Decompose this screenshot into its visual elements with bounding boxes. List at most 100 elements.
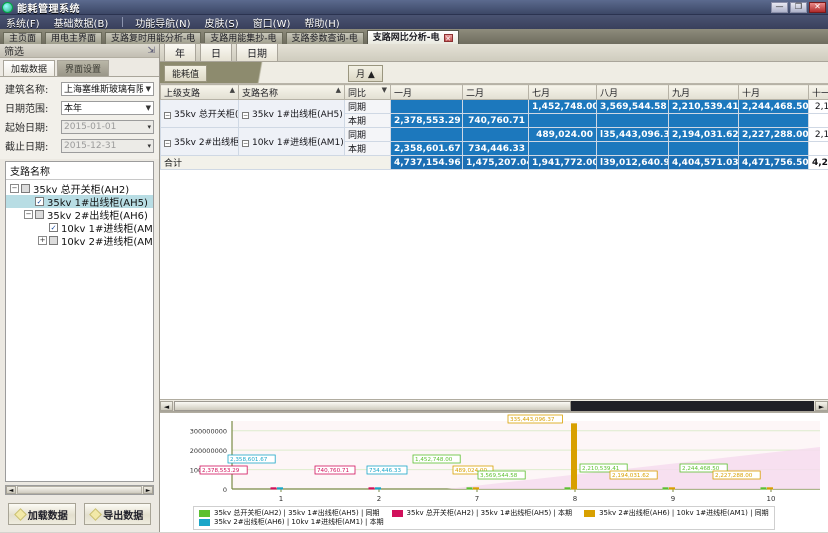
- col-month-9[interactable]: 九月: [669, 85, 739, 100]
- chart-bar[interactable]: [663, 488, 668, 489]
- col-month-11[interactable]: 十一月: [809, 85, 828, 100]
- legend-swatch-s1: [392, 510, 403, 517]
- start-date-input[interactable]: 2015-01-01 ▾: [61, 120, 154, 134]
- scroll-track[interactable]: [174, 401, 814, 411]
- building-combo[interactable]: 上海塞维斯玻璃有限: ▼: [61, 82, 154, 96]
- export-data-button[interactable]: 导出数据: [84, 503, 152, 525]
- chart-bar[interactable]: [467, 488, 472, 489]
- cell-parent-branch[interactable]: −35kv 2#出线柜…: [161, 128, 239, 156]
- close-button[interactable]: ✕: [809, 2, 826, 13]
- x-axis-tick-label: 7: [475, 495, 479, 503]
- chart-bar[interactable]: [565, 488, 570, 489]
- col-month-8[interactable]: 八月: [597, 85, 669, 100]
- sort-desc-icon[interactable]: ▼: [382, 86, 387, 94]
- cell-branch-name[interactable]: −10kv 1#进线柜(AM1): [239, 128, 345, 156]
- expander-icon[interactable]: +: [38, 236, 47, 245]
- period-toolbar: 年 日 日期: [160, 44, 828, 62]
- pivot-value-area[interactable]: 能耗值: [160, 62, 340, 83]
- load-icon: [14, 508, 27, 521]
- load-data-button[interactable]: 加载数据: [8, 503, 76, 525]
- menu-item-skin[interactable]: 皮肤(S): [205, 15, 239, 30]
- scroll-left-icon[interactable]: ◄: [160, 401, 173, 411]
- scroll-thumb[interactable]: [17, 486, 142, 494]
- scroll-right-icon[interactable]: ►: [815, 401, 828, 411]
- restore-button[interactable]: ❐: [790, 2, 807, 13]
- chart-bar[interactable]: [271, 488, 276, 489]
- menu-item-system[interactable]: 系统(F): [6, 15, 40, 30]
- field-end-date-label: 截止日期:: [5, 138, 61, 153]
- close-icon[interactable]: ✕: [444, 34, 453, 42]
- menu-item-window[interactable]: 窗口(W): [253, 15, 291, 30]
- pivot-value-chip[interactable]: 能耗值: [164, 65, 207, 82]
- collapse-icon[interactable]: −: [164, 140, 171, 147]
- period-day-button[interactable]: 日: [200, 43, 232, 62]
- minimize-button[interactable]: —: [771, 2, 788, 13]
- svg-text:2,378,553.29: 2,378,553.29: [202, 468, 240, 474]
- total-value: 4,404,571.03: [669, 156, 739, 170]
- chart-bar[interactable]: [474, 488, 479, 489]
- checkbox-icon[interactable]: [35, 210, 44, 219]
- col-yoy[interactable]: 同比 ▼: [345, 85, 391, 100]
- checkbox-icon[interactable]: [49, 236, 58, 245]
- period-date-button[interactable]: 日期: [236, 43, 278, 62]
- col-month-7[interactable]: 七月: [529, 85, 597, 100]
- tab-branch-params[interactable]: 支路参数查询-电: [286, 32, 364, 44]
- menu-item-navigation[interactable]: 功能导航(N): [135, 15, 190, 30]
- chart-bar[interactable]: [670, 488, 675, 489]
- cell-branch-name[interactable]: −35kv 1#出线柜(AH5): [239, 100, 345, 128]
- collapse-icon[interactable]: −: [242, 112, 249, 119]
- expander-icon[interactable]: −: [24, 210, 33, 219]
- y-axis-tick-label: 200000000: [190, 447, 227, 455]
- scroll-right-icon[interactable]: ►: [143, 486, 153, 494]
- cell-parent-branch[interactable]: −35kv 总开关柜(…: [161, 100, 239, 128]
- tree-node-label: 10kv 2#进线柜(AM8): [61, 233, 153, 248]
- collapse-icon[interactable]: −: [242, 140, 249, 147]
- col-month-1[interactable]: 一月: [391, 85, 463, 100]
- checkbox-icon[interactable]: ✓: [35, 197, 44, 206]
- tab-branch-yoy[interactable]: 支路网比分析-电 ✕: [367, 30, 459, 44]
- sort-asc-icon[interactable]: ▲: [230, 86, 235, 94]
- col-month-10[interactable]: 十月: [739, 85, 809, 100]
- legend-swatch-s0: [199, 510, 210, 517]
- checkbox-icon[interactable]: ✓: [49, 223, 58, 232]
- chart-bar[interactable]: [278, 488, 283, 489]
- chart-bar[interactable]: [369, 488, 374, 489]
- pivot-column-chip[interactable]: 月 ▲: [348, 65, 383, 82]
- app-logo-icon: [2, 2, 13, 13]
- checkbox-icon[interactable]: [21, 184, 30, 193]
- menu-item-help[interactable]: 帮助(H): [304, 15, 339, 30]
- chart-bar[interactable]: [572, 424, 577, 489]
- pivot-horizontal-scrollbar[interactable]: ◄ ►: [160, 399, 828, 411]
- expander-icon[interactable]: −: [10, 184, 19, 193]
- col-branch-name[interactable]: 支路名称 ▲: [239, 85, 345, 100]
- cell-value: [529, 142, 597, 156]
- pin-icon[interactable]: ⇲: [147, 46, 155, 56]
- table-row[interactable]: −35kv 2#出线柜… −10kv 1#进线柜(AM1) 同期 489,024…: [161, 128, 828, 142]
- sidebar-horizontal-scrollbar[interactable]: ◄ ►: [5, 485, 154, 495]
- col-month-2[interactable]: 二月: [463, 85, 529, 100]
- table-row[interactable]: −35kv 总开关柜(… −35kv 1#出线柜(AH5) 同期 1,452,7…: [161, 100, 828, 114]
- cell-value: [463, 100, 529, 114]
- chart-bar[interactable]: [761, 488, 766, 489]
- building-combo-value: 上海塞维斯玻璃有限:: [64, 82, 143, 95]
- tab-power-main[interactable]: 用电主界面: [45, 32, 102, 44]
- branch-tree[interactable]: − 35kv 总开关柜(AH2) ✓ 35kv 1#出线柜(AH5) − 35k…: [6, 180, 153, 249]
- end-date-input[interactable]: 2015-12-31 ▾: [61, 139, 154, 153]
- tree-node[interactable]: + 10kv 2#进线柜(AM8): [6, 234, 153, 247]
- chart-bar[interactable]: [376, 488, 381, 489]
- x-axis-tick-label: 2: [377, 495, 381, 503]
- menu-item-basedata[interactable]: 基础数据(B): [54, 15, 109, 30]
- date-range-combo[interactable]: 本年 ▼: [61, 101, 154, 115]
- period-year-button[interactable]: 年: [164, 43, 196, 62]
- subtab-load-data[interactable]: 加载数据: [3, 60, 55, 76]
- sort-asc-icon[interactable]: ▲: [336, 86, 341, 94]
- scroll-thumb[interactable]: [174, 401, 571, 411]
- chart-bar[interactable]: [768, 488, 773, 489]
- total-value: 4,471,756.50: [739, 156, 809, 170]
- subtab-ui-settings[interactable]: 界面设置: [57, 60, 109, 76]
- col-parent-branch[interactable]: 上级支路 ▲: [161, 85, 239, 100]
- pivot-column-area[interactable]: 月 ▲: [340, 62, 828, 83]
- collapse-icon[interactable]: −: [164, 112, 171, 119]
- scroll-left-icon[interactable]: ◄: [6, 486, 16, 494]
- chart-value-label: 3,569,544.58: [478, 471, 525, 479]
